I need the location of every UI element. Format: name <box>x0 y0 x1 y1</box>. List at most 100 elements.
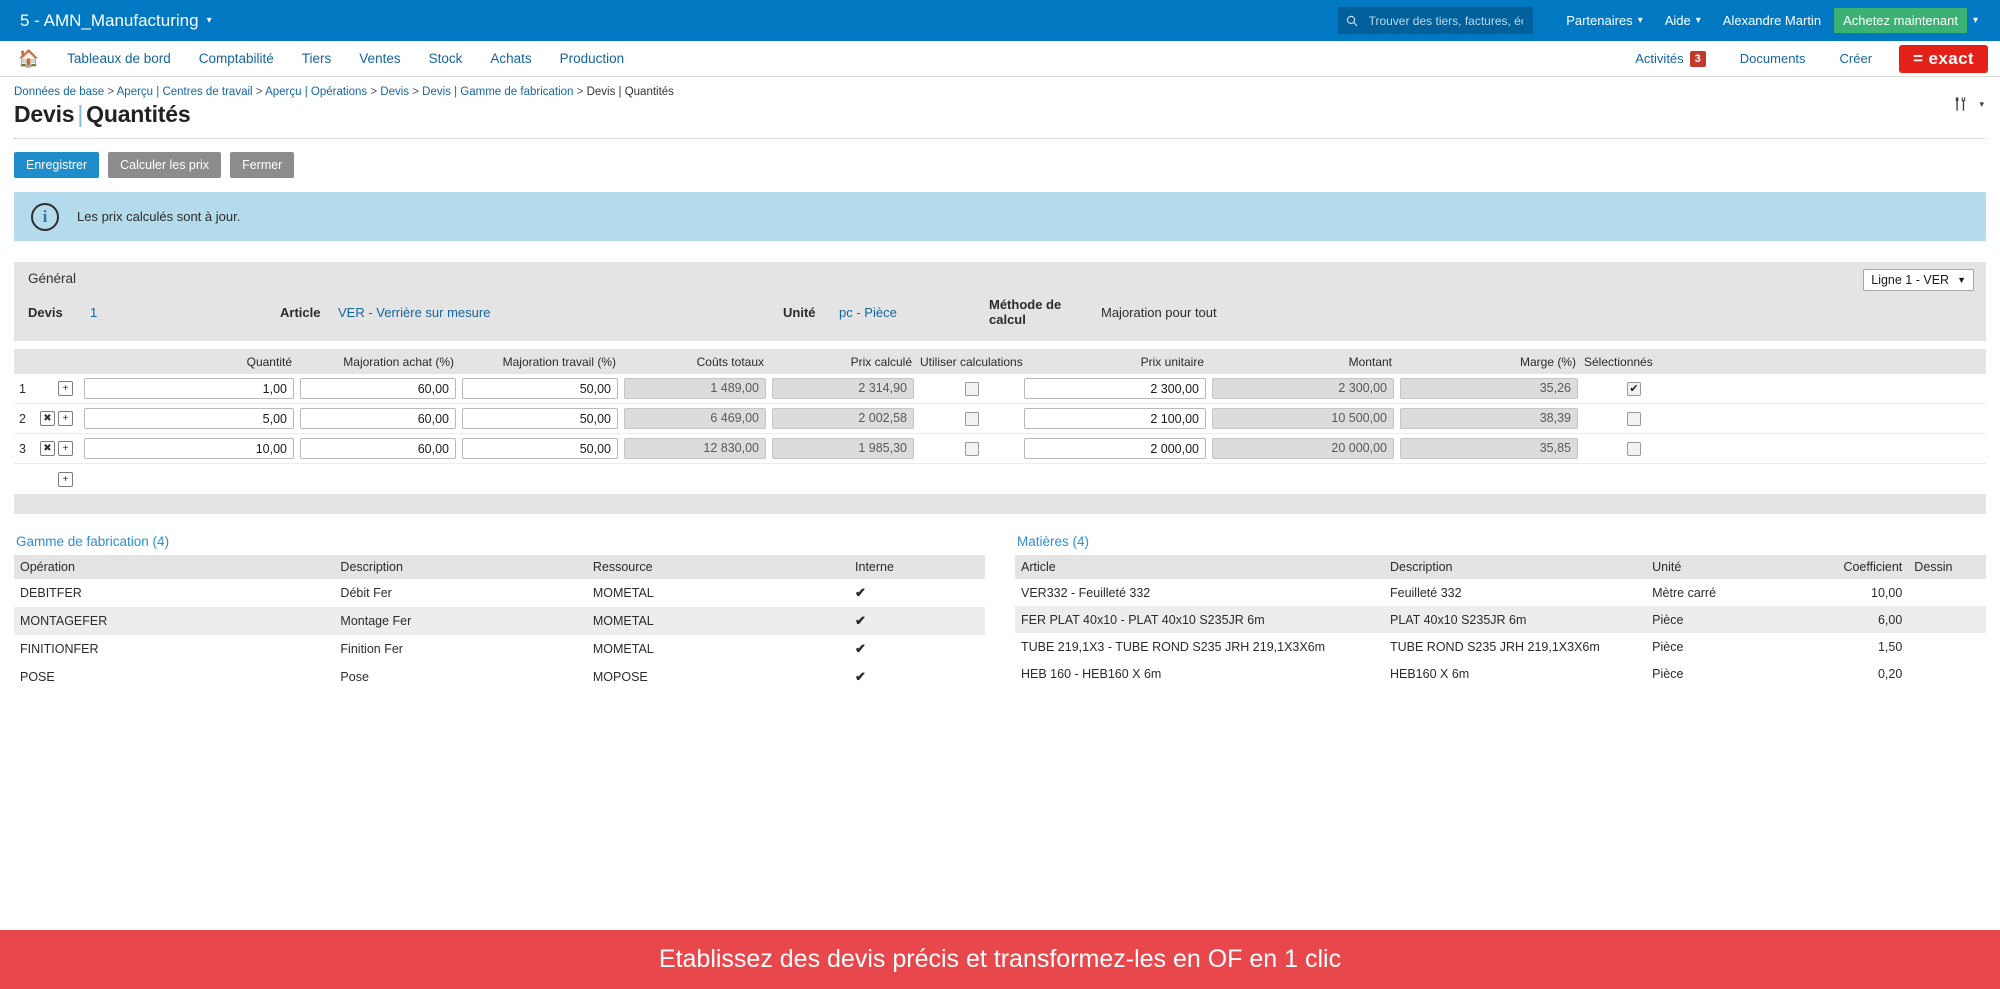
unite-label: Unité <box>783 304 816 320</box>
exact-logo[interactable]: = exact <box>1899 44 1988 73</box>
breadcrumb-item-5[interactable]: Devis | Gamme de fabrication <box>422 86 573 98</box>
page-title-separator: | <box>77 101 84 127</box>
delete-row-button[interactable]: ✖ <box>40 411 55 426</box>
selectionne-checkbox[interactable]: ✔ <box>1627 381 1641 396</box>
prix-unitaire-input[interactable] <box>1024 408 1206 429</box>
nav-item-stock[interactable]: Stock <box>415 51 477 66</box>
page-tools[interactable]: ▾ <box>1953 95 1984 114</box>
matieres-description: TUBE ROND S235 JRH 219,1X3X6m <box>1389 639 1600 654</box>
majoration-achat-input[interactable] <box>300 408 456 429</box>
matieres-dessin <box>1908 633 1986 660</box>
quantite-input[interactable] <box>84 438 294 459</box>
nav-item-ventes[interactable]: Ventes <box>345 51 414 66</box>
breadcrumb-item-3[interactable]: Aperçu | Opérations <box>265 86 367 98</box>
majoration-travail-input[interactable] <box>462 408 618 429</box>
table-row[interactable]: POSE Pose MOPOSE ✔ <box>14 663 985 691</box>
selectionne-checkbox[interactable] <box>1627 441 1641 456</box>
chevron-down-icon: ▾ <box>1637 15 1643 26</box>
chevron-down-icon[interactable]: ▾ <box>1979 99 1984 110</box>
grid-header-row: Quantité Majoration achat (%) Majoration… <box>14 349 1986 374</box>
breadcrumb-item-4[interactable]: Devis <box>380 86 409 98</box>
montant-value: 2 300,00 <box>1212 378 1394 399</box>
matieres-unite: Pièce <box>1646 606 1783 633</box>
article-value[interactable]: VER - Verrière sur mesure <box>338 305 783 320</box>
nav-item-production[interactable]: Production <box>546 51 639 66</box>
quantite-input[interactable] <box>84 378 294 399</box>
line-selector[interactable]: Ligne 1 - VER ▼ <box>1863 269 1974 291</box>
home-icon[interactable]: 🏠 <box>12 50 53 67</box>
gamme-ressource: MOMETAL <box>592 586 654 600</box>
partners-menu[interactable]: Partenaires ▾ <box>1555 0 1654 41</box>
prix-unitaire-input[interactable] <box>1024 378 1206 399</box>
gamme-ressource: MOPOSE <box>592 670 648 684</box>
marge-value: 35,26 <box>1400 378 1578 399</box>
grid-header-quantite: Quantité <box>246 354 292 369</box>
breadcrumb-item-2[interactable]: Aperçu | Centres de travail <box>117 86 253 98</box>
company-name: 5 - AMN_Manufacturing <box>20 10 199 30</box>
user-menu[interactable]: Alexandre Martin <box>1712 0 1832 41</box>
prix-unitaire-input[interactable] <box>1024 438 1206 459</box>
table-row[interactable]: FER PLAT 40x10 - PLAT 40x10 S235JR 6m PL… <box>1015 606 1986 633</box>
selectionne-checkbox[interactable] <box>1627 411 1641 426</box>
matieres-dessin <box>1908 660 1986 687</box>
save-button[interactable]: Enregistrer <box>14 152 100 178</box>
table-row[interactable]: MONTAGEFER Montage Fer MOMETAL ✔ <box>14 607 985 635</box>
gamme-interne-check-icon: ✔ <box>855 669 866 684</box>
couts-totaux-value: 6 469,00 <box>624 408 766 429</box>
buy-now-button[interactable]: Achetez maintenant <box>1834 8 1967 33</box>
help-menu[interactable]: Aide ▾ <box>1654 0 1712 41</box>
buy-now-label: Achetez maintenant <box>1843 13 1958 28</box>
new-row-actions: + <box>40 471 84 487</box>
matieres-description: Feuilleté 332 <box>1389 585 1462 600</box>
company-switcher[interactable]: 5 - AMN_Manufacturing ▾ <box>12 11 212 31</box>
search-input[interactable] <box>1366 12 1526 29</box>
nav-item-tiers[interactable]: Tiers <box>288 51 346 66</box>
nav-item-comptabilite[interactable]: Comptabilité <box>185 51 288 66</box>
utiliser-calculations-checkbox[interactable] <box>965 381 979 396</box>
matieres-col-coefficient: Coefficient <box>1782 555 1909 579</box>
utiliser-calculations-checkbox[interactable] <box>965 411 979 426</box>
table-row[interactable]: VER332 - Feuilleté 332 Feuilleté 332 Mèt… <box>1015 579 1986 606</box>
chevron-down-icon: ▼ <box>1957 275 1966 285</box>
page-header: Données de base > Aperçu | Centres de tr… <box>0 77 2000 139</box>
overflow-menu[interactable]: ▾ <box>1969 0 1988 41</box>
breadcrumb-item-1[interactable]: Données de base <box>14 86 104 98</box>
nav-item-achats[interactable]: Achats <box>476 51 545 66</box>
methode-de-calcul-value: Majoration pour tout <box>1101 304 1217 320</box>
majoration-travail-input[interactable] <box>462 438 618 459</box>
majoration-travail-input[interactable] <box>462 378 618 399</box>
nav-documents[interactable]: Documents <box>1723 51 1823 66</box>
delete-row-button[interactable]: ✖ <box>40 441 55 456</box>
close-button[interactable]: Fermer <box>230 152 295 178</box>
matieres-col-dessin: Dessin <box>1908 555 1986 579</box>
gamme-title[interactable]: Gamme de fabrication (4) <box>14 534 985 555</box>
add-row-button[interactable]: + <box>58 381 73 396</box>
grid-header-prix-unitaire: Prix unitaire <box>1140 354 1204 369</box>
majoration-achat-input[interactable] <box>300 438 456 459</box>
calculate-prices-button[interactable]: Calculer les prix <box>108 152 222 178</box>
quantite-input[interactable] <box>84 408 294 429</box>
table-row[interactable]: FINITIONFER Finition Fer MOMETAL ✔ <box>14 635 985 663</box>
add-row-button[interactable]: + <box>58 411 73 426</box>
matieres-col-description: Description <box>1383 555 1647 579</box>
majoration-achat-input[interactable] <box>300 378 456 399</box>
nav-item-tableaux-de-bord[interactable]: Tableaux de bord <box>53 51 185 66</box>
table-row[interactable]: TUBE 219,1X3 - TUBE ROND S235 JRH 219,1X… <box>1015 633 1986 660</box>
unite-value[interactable]: pc - Pièce <box>839 305 989 320</box>
add-row-button[interactable]: + <box>58 471 73 487</box>
utiliser-calculations-checkbox[interactable] <box>965 441 979 456</box>
global-search[interactable] <box>1338 7 1534 34</box>
nav-create[interactable]: Créer <box>1823 51 1890 66</box>
chevron-down-icon: ▾ <box>1972 15 1978 26</box>
gamme-table: Opération Description Ressource Interne … <box>14 555 985 691</box>
gamme-description: Pose <box>340 670 369 684</box>
promo-banner-text: Etablissez des devis précis et transform… <box>658 945 1342 973</box>
nav-activities[interactable]: Activités 3 <box>1618 50 1723 67</box>
matieres-title[interactable]: Matières (4) <box>1015 534 1986 555</box>
tools-icon[interactable] <box>1953 95 1972 114</box>
table-row[interactable]: HEB 160 - HEB160 X 6m HEB160 X 6m Pièce … <box>1015 660 1986 687</box>
table-row[interactable]: DEBITFER Débit Fer MOMETAL ✔ <box>14 579 985 607</box>
nav-label: Achats <box>490 51 532 66</box>
devis-value[interactable]: 1 <box>90 305 280 320</box>
add-row-button[interactable]: + <box>58 441 73 456</box>
